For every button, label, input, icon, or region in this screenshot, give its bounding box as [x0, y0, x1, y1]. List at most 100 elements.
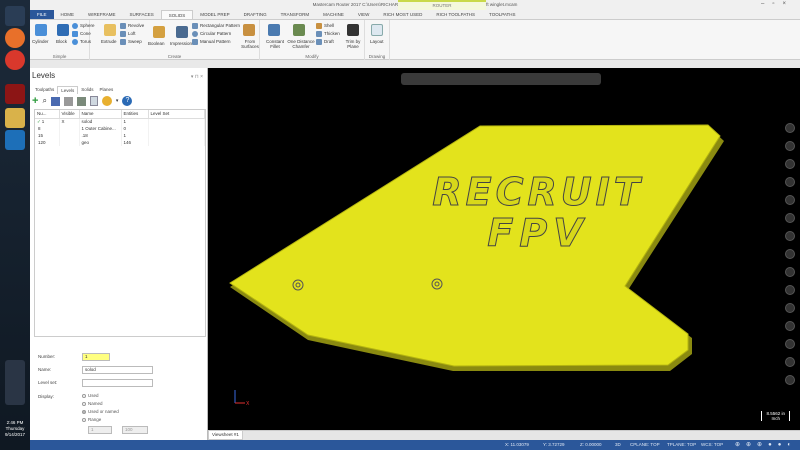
view-tool-icon[interactable] [785, 141, 795, 151]
thicken-button[interactable]: Thicken [316, 31, 340, 37]
constant-fillet-button[interactable]: Constant Fillet [263, 39, 287, 49]
add-level-icon[interactable]: + [32, 95, 38, 107]
tab-levels-panel[interactable]: Levels [57, 86, 79, 94]
view-tool-icon[interactable] [785, 213, 795, 223]
table-row[interactable]: 8 1 Outer Cabine... 0 [35, 125, 205, 132]
clock[interactable]: 2:46 PM Thursday 9/14/2017 [0, 420, 30, 438]
mastercam-2017-icon[interactable] [5, 84, 25, 104]
draft-button[interactable]: Draft [316, 39, 334, 45]
layout-button[interactable]: Layout [370, 39, 384, 44]
file-explorer-icon[interactable] [5, 108, 25, 128]
manual-pattern-button[interactable]: Manual Pattern [192, 39, 231, 45]
level-visible [59, 139, 80, 146]
trim-by-plane-button[interactable]: Trim by Plane [342, 39, 364, 49]
tab-toolpaths-panel[interactable]: Toolpaths [32, 86, 57, 94]
col-visible[interactable]: Visible [59, 110, 80, 119]
firefox-icon[interactable] [5, 28, 25, 48]
from-surfaces-button[interactable]: From Surfaces [240, 39, 260, 49]
tab-view[interactable]: VIEW [351, 10, 377, 19]
impression-button[interactable]: Impression [170, 41, 192, 46]
shell-button[interactable]: Shell [316, 23, 334, 29]
block-button[interactable]: Block [56, 39, 67, 44]
quick-access-toolbar[interactable] [30, 60, 800, 68]
level-set-field[interactable] [82, 379, 153, 387]
chevron-down-icon[interactable]: ▾ [116, 98, 119, 104]
sweep-button[interactable]: Sweep [120, 39, 142, 45]
view-tool-icon[interactable] [785, 303, 795, 313]
view-tool-icon[interactable] [785, 249, 795, 259]
col-number[interactable]: Nu... [35, 110, 60, 119]
cylinder-button[interactable]: Cylinder [32, 39, 49, 44]
loft-button[interactable]: Loft [120, 31, 136, 37]
visibility-icon[interactable] [76, 96, 86, 106]
table-row[interactable]: ✓1 Xsolod 1 [35, 118, 205, 125]
col-entities[interactable]: Entities [121, 110, 149, 119]
graphics-viewport[interactable]: RECRUIT FPV X 8.5562 in Inch [208, 68, 800, 430]
col-level-set[interactable]: Level Set [148, 110, 205, 119]
view-tool-icon[interactable] [785, 195, 795, 205]
tab-machine[interactable]: MACHINE [316, 10, 351, 19]
rectangular-pattern-button[interactable]: Rectangular Pattern [192, 23, 240, 29]
extrude-button[interactable]: Extrude [101, 39, 117, 44]
cone-button[interactable]: Cone [72, 31, 91, 37]
view-tool-icon[interactable] [785, 357, 795, 367]
chrome-icon[interactable] [5, 50, 25, 70]
level-set-icon[interactable] [63, 96, 73, 106]
view-tool-icon[interactable] [785, 375, 795, 385]
tab-model-prep[interactable]: MODEL PREP [193, 10, 236, 19]
calculator-icon[interactable] [89, 96, 98, 106]
search-icon[interactable]: ⌕ [42, 96, 46, 106]
boolean-button[interactable]: Boolean [148, 41, 165, 46]
view-tool-icon[interactable] [785, 267, 795, 277]
tab-toolpaths[interactable]: TOOLPATHS [482, 10, 523, 19]
display-used-radio[interactable]: Used [82, 393, 99, 398]
table-row[interactable]: 120 geo 146 [35, 139, 205, 146]
tab-file[interactable]: FILE [30, 10, 54, 19]
view-tool-icon[interactable] [785, 177, 795, 187]
col-name[interactable]: Name [79, 110, 122, 119]
chamfer-button[interactable]: One Distance Chamfer [287, 39, 315, 49]
vectric-icon[interactable] [5, 130, 25, 150]
status-cplane[interactable]: CPLANE: TOP [630, 440, 660, 450]
circular-pattern-button[interactable]: Circular Pattern [192, 31, 231, 37]
view-tool-icon[interactable] [785, 285, 795, 295]
make-main-icon[interactable] [50, 96, 60, 106]
tray-icons[interactable] [5, 360, 25, 405]
table-row[interactable]: 15 .18 1 [35, 132, 205, 139]
tab-drafting[interactable]: DRAFTING [237, 10, 274, 19]
torus-button[interactable]: Torus [72, 39, 91, 45]
tab-rich-most-used[interactable]: RICH MOST USED [376, 10, 429, 19]
name-field[interactable]: solod [82, 366, 153, 374]
tab-planes-panel[interactable]: Planes [97, 86, 117, 94]
panel-controls[interactable]: ▾ ⊓ × [191, 74, 203, 80]
view-tool-icon[interactable] [785, 123, 795, 133]
viewsheet-tab[interactable]: Viewsheet #1 [208, 431, 243, 440]
view-tool-icon[interactable] [785, 339, 795, 349]
tab-transform[interactable]: TRANSFORM [274, 10, 317, 19]
display-named-radio[interactable]: Named [82, 401, 103, 406]
window-controls[interactable]: –▫× [761, 1, 794, 7]
status-tplane[interactable]: TPLANE: TOP [667, 440, 696, 450]
tab-solids[interactable]: SOLIDS [160, 10, 194, 19]
tab-rich-toolpaths[interactable]: RICH TOOLPATHS [429, 10, 482, 19]
status-wcs[interactable]: WCS: TOP [701, 440, 723, 450]
tab-wireframe[interactable]: WIREFRAME [81, 10, 123, 19]
range-to-field[interactable]: 100 [122, 426, 148, 434]
number-field[interactable]: 1 [82, 353, 110, 361]
tab-solids-panel[interactable]: Solids [78, 86, 96, 94]
view-tool-icon[interactable] [785, 159, 795, 169]
revolve-button[interactable]: Revolve [120, 23, 144, 29]
view-tool-icon[interactable] [785, 321, 795, 331]
start-icon[interactable] [5, 6, 25, 26]
help-icon[interactable]: ? [122, 96, 133, 106]
display-range-radio[interactable]: Range [82, 417, 101, 422]
levels-toolbar: + ⌕ ▾ ? [32, 95, 206, 107]
display-used-or-named-radio[interactable]: Used or named [82, 409, 119, 414]
tab-home[interactable]: HOME [54, 10, 82, 19]
range-from-field[interactable]: 1 [88, 426, 112, 434]
tab-surfaces[interactable]: SURFACES [123, 10, 161, 19]
gear-icon[interactable] [101, 96, 112, 106]
status-3d-toggle[interactable]: 3D [615, 440, 621, 450]
status-view-icons[interactable]: ⊕⊕⊕●●◐ [735, 440, 797, 450]
view-tool-icon[interactable] [785, 231, 795, 241]
